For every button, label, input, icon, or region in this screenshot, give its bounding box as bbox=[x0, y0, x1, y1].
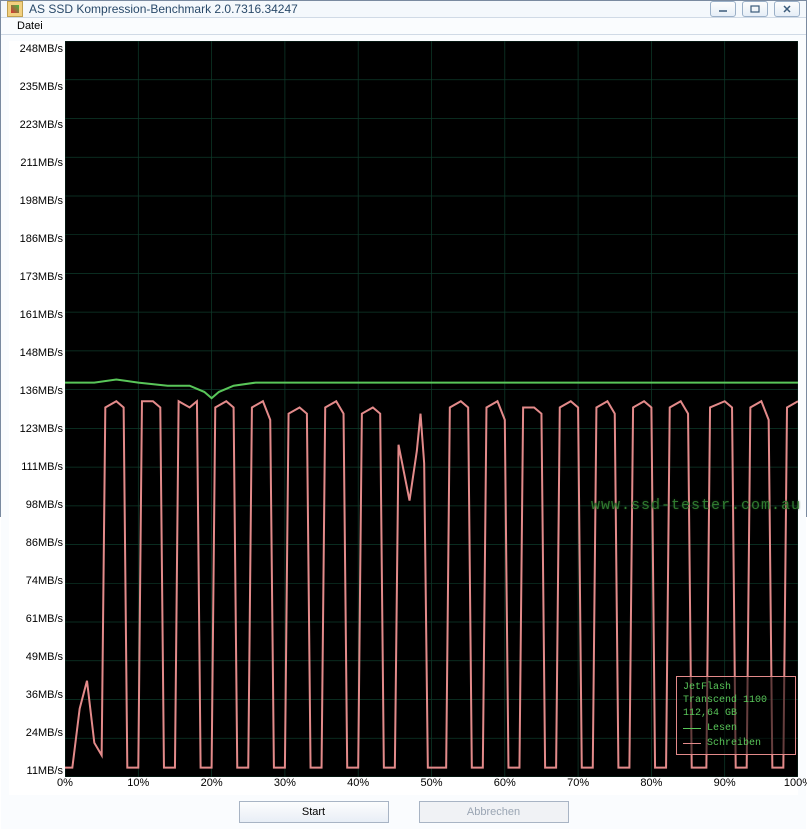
read-swatch bbox=[683, 728, 701, 729]
y-tick: 61MB/s bbox=[11, 613, 63, 625]
y-tick: 123MB/s bbox=[11, 423, 63, 435]
maximize-button[interactable] bbox=[742, 1, 768, 17]
y-tick: 198MB/s bbox=[11, 195, 63, 207]
x-tick: 100% bbox=[784, 777, 807, 789]
y-tick: 235MB/s bbox=[11, 81, 63, 93]
menubar: Datei bbox=[1, 17, 806, 35]
y-tick: 223MB/s bbox=[11, 119, 63, 131]
y-tick: 161MB/s bbox=[11, 309, 63, 321]
legend-device: JetFlash Transcend 1100 bbox=[683, 681, 789, 707]
x-tick: 20% bbox=[201, 777, 223, 789]
x-tick: 50% bbox=[420, 777, 442, 789]
y-tick: 98MB/s bbox=[11, 499, 63, 511]
y-axis: 248MB/s 235MB/s 223MB/s 211MB/s 198MB/s 186MB… bbox=[9, 41, 65, 795]
button-bar: Start Abbrechen bbox=[9, 795, 798, 829]
y-tick: 24MB/s bbox=[11, 727, 63, 739]
window-title: AS SSD Kompression-Benchmark 2.0.7316.34… bbox=[29, 2, 710, 16]
x-tick: 40% bbox=[347, 777, 369, 789]
window-buttons bbox=[710, 1, 800, 17]
x-tick: 0% bbox=[57, 777, 73, 789]
y-tick: 86MB/s bbox=[11, 537, 63, 549]
x-tick: 90% bbox=[714, 777, 736, 789]
app-icon bbox=[7, 1, 23, 17]
legend-capacity: 112,64 GB bbox=[683, 707, 789, 720]
y-tick: 36MB/s bbox=[11, 689, 63, 701]
plot-area: JetFlash Transcend 1100 112,64 GB Lesen … bbox=[65, 41, 798, 777]
chart: 248MB/s 235MB/s 223MB/s 211MB/s 198MB/s 186MB… bbox=[9, 41, 798, 795]
y-tick: 211MB/s bbox=[11, 157, 63, 169]
close-button[interactable] bbox=[774, 1, 800, 17]
menu-datei[interactable]: Datei bbox=[9, 18, 51, 34]
titlebar: AS SSD Kompression-Benchmark 2.0.7316.34… bbox=[1, 1, 806, 17]
x-axis: 0%10%20%30%40%50%60%70%80%90%100% bbox=[65, 777, 798, 795]
write-swatch bbox=[683, 743, 701, 744]
x-tick: 10% bbox=[127, 777, 149, 789]
legend-write-label: Schreiben bbox=[707, 737, 761, 750]
y-tick: 186MB/s bbox=[11, 233, 63, 245]
y-tick: 148MB/s bbox=[11, 347, 63, 359]
legend-read: Lesen bbox=[683, 722, 789, 735]
y-tick: 49MB/s bbox=[11, 651, 63, 663]
y-tick: 111MB/s bbox=[11, 461, 63, 473]
y-tick: 248MB/s bbox=[11, 43, 63, 55]
x-tick: 30% bbox=[274, 777, 296, 789]
x-tick: 60% bbox=[494, 777, 516, 789]
y-tick: 11MB/s bbox=[11, 765, 63, 777]
app-window: AS SSD Kompression-Benchmark 2.0.7316.34… bbox=[0, 0, 807, 517]
x-tick: 80% bbox=[640, 777, 662, 789]
x-tick: 70% bbox=[567, 777, 589, 789]
y-tick: 136MB/s bbox=[11, 385, 63, 397]
minimize-button[interactable] bbox=[710, 1, 736, 17]
y-tick: 74MB/s bbox=[11, 575, 63, 587]
content-area: 248MB/s 235MB/s 223MB/s 211MB/s 198MB/s 186MB… bbox=[1, 35, 806, 829]
legend-read-label: Lesen bbox=[707, 722, 737, 735]
start-button[interactable]: Start bbox=[239, 801, 389, 823]
legend: JetFlash Transcend 1100 112,64 GB Lesen … bbox=[676, 676, 796, 755]
y-tick: 173MB/s bbox=[11, 271, 63, 283]
legend-write: Schreiben bbox=[683, 737, 789, 750]
abort-button: Abbrechen bbox=[419, 801, 569, 823]
